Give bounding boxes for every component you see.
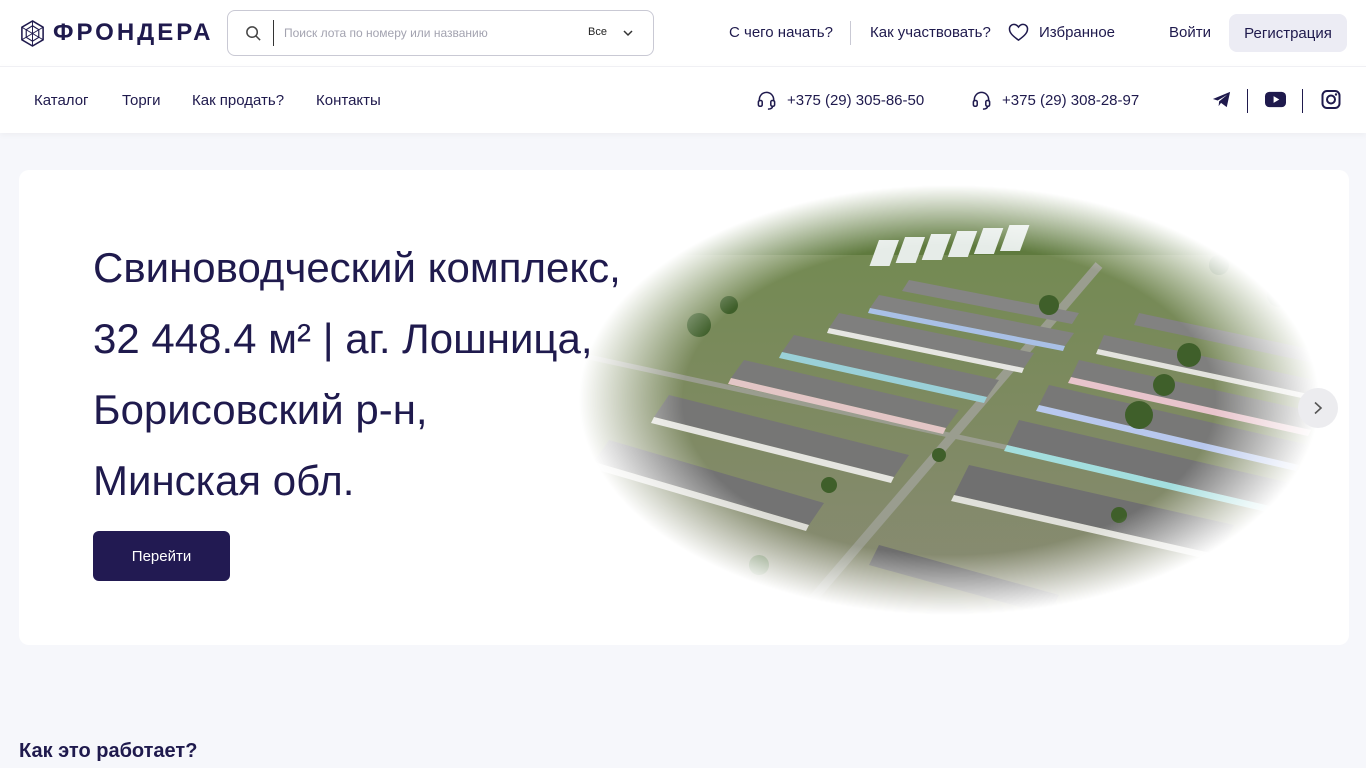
- search-bar: Все: [227, 10, 654, 56]
- chevron-down-icon[interactable]: [622, 27, 634, 39]
- phone-number-2: +375 (29) 308-28-97: [1002, 92, 1140, 109]
- how-it-works-heading: Как это работает?: [19, 740, 198, 762]
- nav-item-auctions[interactable]: Торги: [122, 92, 161, 109]
- chevron-right-icon: [1314, 401, 1323, 415]
- search-input[interactable]: [284, 22, 524, 44]
- phone-number-1: +375 (29) 305-86-50: [787, 92, 925, 109]
- how-to-start-link[interactable]: С чего начать?: [729, 24, 833, 41]
- register-button[interactable]: Регистрация: [1229, 14, 1347, 52]
- logo-text: ФРОНДЕРА: [53, 19, 214, 46]
- slider-next-button[interactable]: [1298, 388, 1338, 428]
- hero-title-line: Свиноводческий комплекс,: [93, 244, 621, 291]
- headset-icon: [972, 91, 991, 110]
- favorites-link[interactable]: Избранное: [1008, 23, 1115, 42]
- phone-link-2[interactable]: +375 (29) 308-28-97: [971, 90, 1139, 111]
- heart-icon: [1008, 23, 1029, 42]
- youtube-icon[interactable]: [1264, 89, 1287, 110]
- login-link[interactable]: Войти: [1169, 24, 1211, 41]
- headset-icon: [757, 91, 776, 110]
- search-icon[interactable]: [245, 25, 262, 42]
- hero-banner: Свиноводческий комплекс, 32 448.4 м² | а…: [19, 170, 1349, 645]
- go-button[interactable]: Перейти: [93, 531, 230, 581]
- logo-icon: [21, 19, 44, 47]
- hero-title-line: Борисовский р-н,: [93, 386, 428, 433]
- nav-item-catalog[interactable]: Каталог: [34, 92, 89, 109]
- favorites-label: Избранное: [1039, 24, 1116, 41]
- divider: [1247, 89, 1248, 113]
- telegram-icon[interactable]: [1211, 89, 1232, 110]
- instagram-icon[interactable]: [1321, 89, 1341, 110]
- how-to-participate-link[interactable]: Как участвовать?: [870, 24, 991, 41]
- logo[interactable]: ФРОНДЕРА: [19, 19, 214, 47]
- top-bar: ФРОНДЕРА Все С чего начать? Как участвов…: [0, 0, 1366, 66]
- search-scope-select[interactable]: Все: [588, 26, 607, 38]
- divider: [850, 21, 851, 45]
- hero-title-line: 32 448.4 м² | аг. Лошница,: [93, 315, 593, 362]
- hero-title: Свиноводческий комплекс, 32 448.4 м² | а…: [93, 232, 733, 516]
- nav-bar: Каталог Торги Как продать? Контакты +375…: [0, 66, 1366, 133]
- hero-title-line: Минская обл.: [93, 457, 355, 504]
- text-cursor: [273, 20, 274, 46]
- divider: [1302, 89, 1303, 113]
- nav-item-contacts[interactable]: Контакты: [316, 92, 381, 109]
- nav-item-how-to-sell[interactable]: Как продать?: [192, 92, 284, 109]
- phone-link-1[interactable]: +375 (29) 305-86-50: [756, 90, 924, 111]
